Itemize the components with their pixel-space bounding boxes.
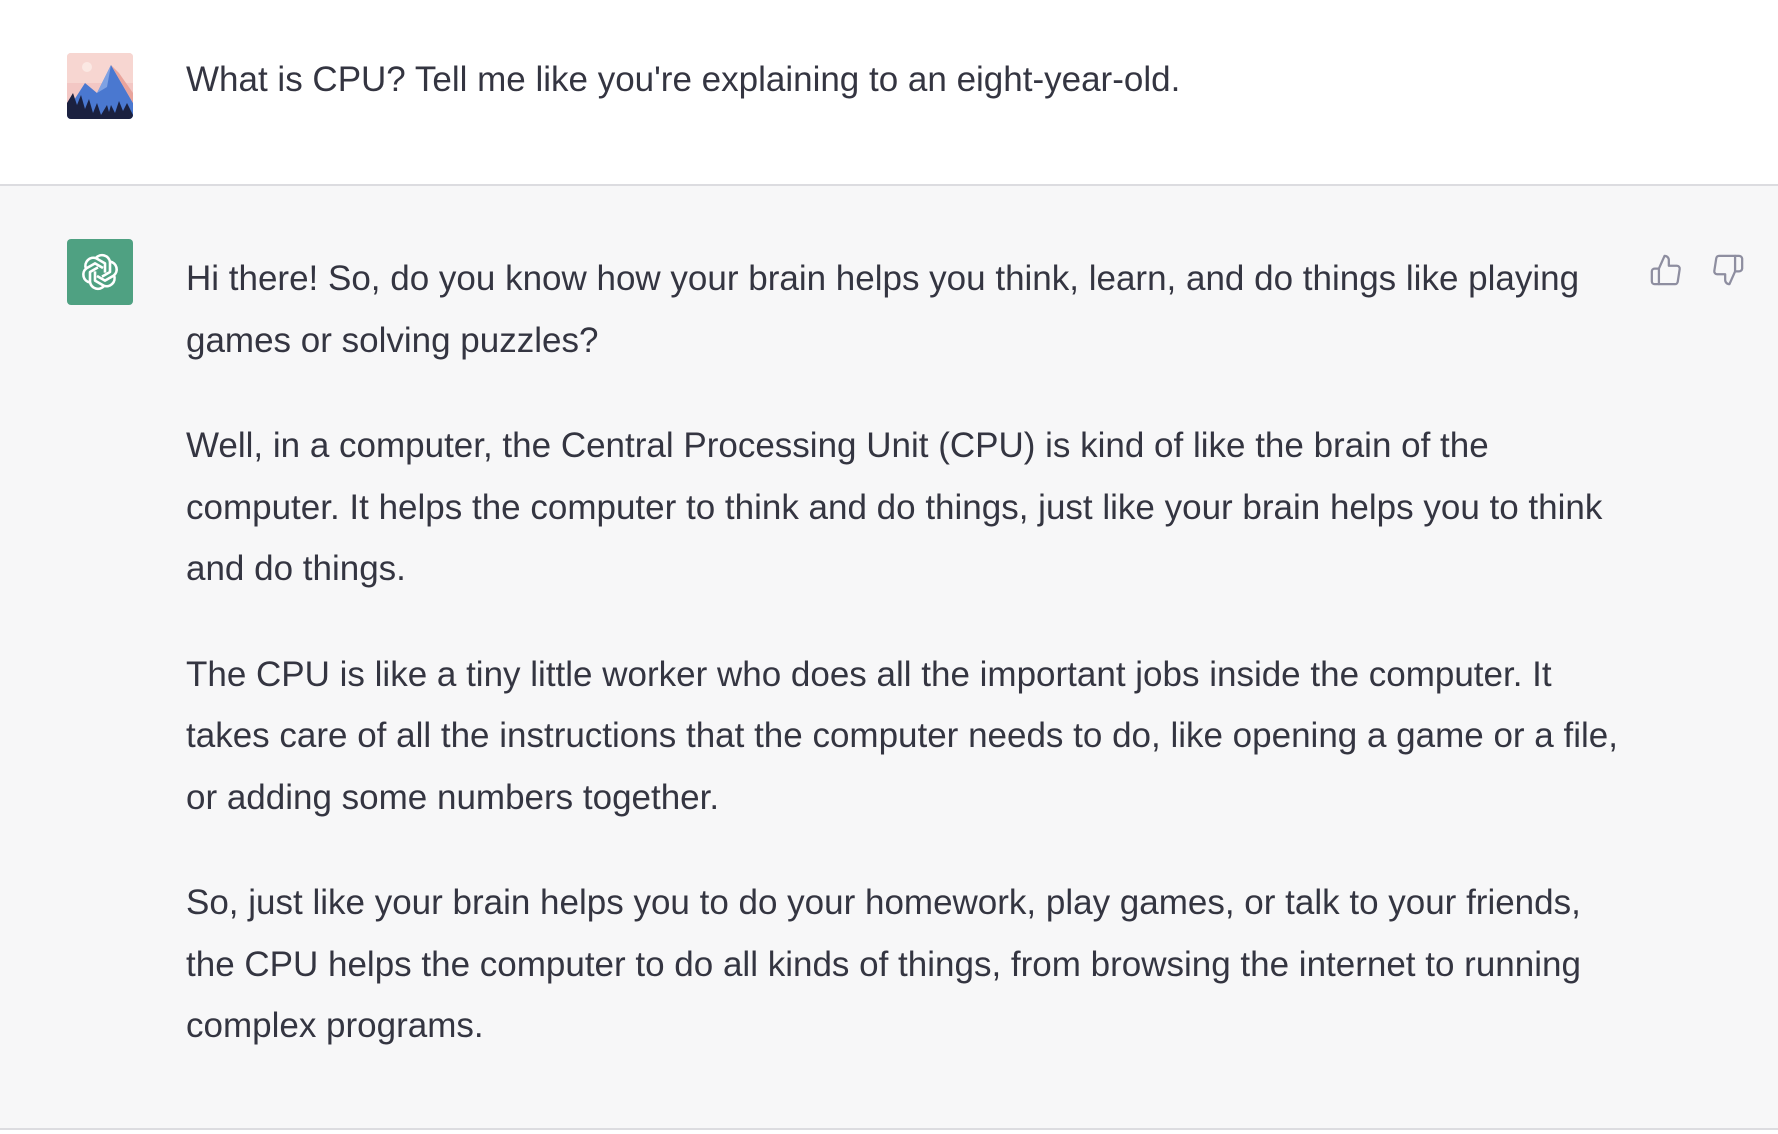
chat-page: What is CPU? Tell me like you're explain… xyxy=(0,0,1778,1134)
openai-logo-icon xyxy=(82,253,118,291)
user-message-row: What is CPU? Tell me like you're explain… xyxy=(0,0,1778,186)
assistant-paragraph: The CPU is like a tiny little worker who… xyxy=(186,654,1618,817)
user-avatar xyxy=(67,53,133,119)
dislike-button[interactable] xyxy=(1708,250,1748,290)
user-message-text: What is CPU? Tell me like you're explain… xyxy=(186,60,1181,99)
user-avatar-mountain-icon xyxy=(67,53,133,119)
assistant-message-row: Hi there! So, do you know how your brain… xyxy=(0,186,1778,1130)
assistant-avatar xyxy=(67,239,133,305)
thumbs-down-icon xyxy=(1713,254,1744,286)
like-button[interactable] xyxy=(1646,250,1686,290)
assistant-paragraph: So, just like your brain helps you to do… xyxy=(186,883,1581,1045)
assistant-message-text: Hi there! So, do you know how your brain… xyxy=(186,248,1626,1101)
thumbs-up-icon xyxy=(1650,254,1681,286)
assistant-paragraph: Well, in a computer, the Central Process… xyxy=(186,426,1603,588)
assistant-paragraph: Hi there! So, do you know how your brain… xyxy=(186,259,1580,360)
